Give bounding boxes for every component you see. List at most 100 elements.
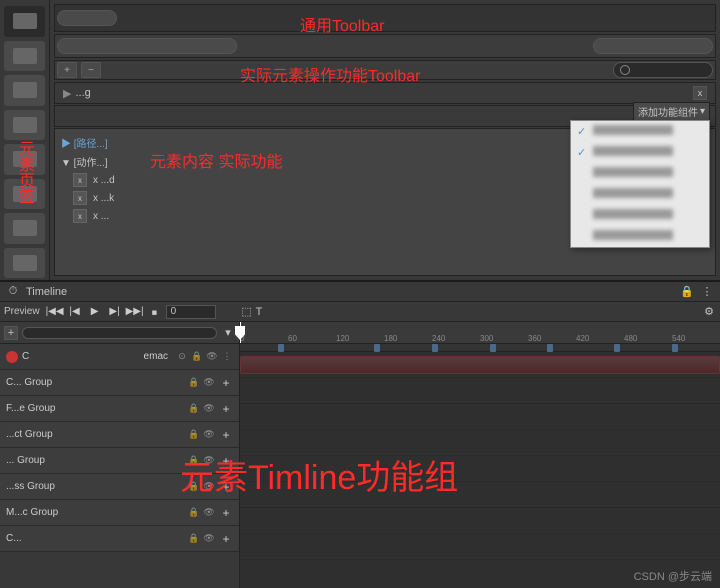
track-row-group[interactable]: ...ct Group 🔒👁 + — [0, 422, 239, 448]
dropdown-item[interactable] — [571, 142, 709, 163]
marker[interactable] — [672, 344, 678, 352]
clip-row[interactable] — [240, 482, 720, 508]
add-clip-button[interactable]: + — [219, 480, 233, 494]
marker-row[interactable] — [240, 344, 720, 352]
search-input[interactable] — [613, 62, 713, 78]
ruler-tick: 300 — [480, 334, 493, 343]
ruler-tick: 60 — [288, 334, 297, 343]
marker[interactable] — [614, 344, 620, 352]
cube-icon[interactable]: ⬚ — [240, 305, 254, 319]
filter-icon[interactable]: ▾ — [221, 326, 235, 340]
component-header-row[interactable]: ▶ ...g x — [54, 82, 716, 104]
clip-row[interactable] — [240, 534, 720, 560]
path-slot[interactable] — [593, 38, 713, 54]
marker[interactable] — [490, 344, 496, 352]
timeline-ruler[interactable]: 060120180240300360420480540 — [240, 322, 720, 344]
range-button[interactable]: ◆ — [143, 299, 167, 323]
add-track-button[interactable]: + — [4, 326, 18, 340]
ruler-tick: 480 — [624, 334, 637, 343]
component-label: ...g — [71, 87, 693, 99]
track-row-group[interactable]: ... Group 🔒👁 + — [0, 448, 239, 474]
step-forward-button[interactable]: ▶| — [106, 304, 124, 320]
timeline-tab-label[interactable]: Timeline — [26, 286, 67, 298]
tab-item[interactable] — [4, 179, 45, 210]
track-row-group[interactable]: M...c Group 🔒👁 + — [0, 500, 239, 526]
add-component-button[interactable]: 添加功能组件▾ — [633, 102, 710, 121]
dropdown-item[interactable] — [571, 121, 709, 142]
element-toolbar: + − — [54, 60, 716, 80]
menu-icon[interactable]: ⋮ — [700, 285, 714, 299]
timeline-section: ⏱ Timeline 🔒 ⋮ Preview |◀◀ |◀ ▶ ▶| ▶▶| ◆… — [0, 280, 720, 588]
goto-end-button[interactable]: ▶▶| — [126, 304, 144, 320]
tab-item[interactable] — [4, 110, 45, 141]
component-dropdown — [570, 120, 710, 248]
clip-row[interactable] — [240, 352, 720, 378]
watermark: CSDN @步云端 — [634, 568, 712, 584]
track-list-header: + ▾ — [0, 322, 239, 344]
timeline-clip-area[interactable]: 060120180240300360420480540 — [240, 322, 720, 588]
frame-input[interactable]: 0 — [166, 305, 216, 319]
track-row-group[interactable]: C... 🔒👁 + — [0, 526, 239, 552]
goto-start-button[interactable]: |◀◀ — [46, 304, 64, 320]
path-bar — [54, 34, 716, 58]
marker[interactable] — [547, 344, 553, 352]
marker[interactable] — [278, 344, 284, 352]
dropdown-slot[interactable] — [57, 10, 117, 26]
remove-icon[interactable]: x — [73, 173, 87, 187]
ruler-tick: 120 — [336, 334, 349, 343]
dropdown-item[interactable] — [571, 184, 709, 205]
step-back-button[interactable]: |◀ — [66, 304, 84, 320]
track-search-input[interactable] — [22, 327, 217, 339]
preview-label: Preview — [4, 306, 44, 317]
clip-row[interactable] — [240, 456, 720, 482]
playhead[interactable] — [240, 322, 241, 343]
track-row-group[interactable]: F...e Group 🔒👁 + — [0, 396, 239, 422]
marker[interactable] — [432, 344, 438, 352]
dropdown-item[interactable] — [571, 163, 709, 184]
play-button[interactable]: ▶ — [86, 304, 104, 320]
path-slot[interactable] — [57, 38, 237, 54]
track-row-group[interactable]: C... Group 🔒👁 + — [0, 370, 239, 396]
remove-button[interactable]: − — [81, 62, 101, 78]
track-row-group[interactable]: ...ss Group 🔒👁 + — [0, 474, 239, 500]
marker[interactable] — [374, 344, 380, 352]
target-icon[interactable]: ⊙ — [176, 351, 188, 363]
clip[interactable] — [240, 356, 720, 374]
ruler-tick: 240 — [432, 334, 445, 343]
generic-toolbar — [54, 4, 716, 32]
tab-item[interactable] — [4, 75, 45, 106]
tab-item[interactable] — [4, 41, 45, 72]
lock-icon[interactable]: 🔒 — [680, 285, 694, 299]
add-clip-button[interactable]: + — [219, 506, 233, 520]
ruler-tick: 540 — [672, 334, 685, 343]
eye-icon[interactable]: 👁 — [206, 351, 218, 363]
clip-row[interactable] — [240, 378, 720, 404]
close-icon[interactable]: x — [693, 86, 707, 100]
timeline-icon: ⏱ — [6, 285, 20, 299]
dropdown-item[interactable] — [571, 226, 709, 247]
tab-item[interactable] — [4, 144, 45, 175]
clip-row[interactable] — [240, 404, 720, 430]
record-button[interactable] — [6, 351, 18, 363]
dropdown-item[interactable] — [571, 205, 709, 226]
remove-icon[interactable]: x — [73, 209, 87, 223]
add-clip-button[interactable]: + — [219, 376, 233, 390]
add-button[interactable]: + — [57, 62, 77, 78]
lock-icon[interactable]: 🔒 — [191, 351, 203, 363]
add-clip-button[interactable]: + — [219, 402, 233, 416]
clip-row[interactable] — [240, 508, 720, 534]
clip-row[interactable] — [240, 430, 720, 456]
add-clip-button[interactable]: + — [219, 454, 233, 468]
menu-icon[interactable]: ⋮ — [221, 351, 233, 363]
tab-item[interactable] — [4, 6, 45, 37]
ruler-tick: 180 — [384, 334, 397, 343]
add-clip-button[interactable]: + — [219, 532, 233, 546]
add-clip-button[interactable]: + — [219, 428, 233, 442]
track-list-panel: + ▾ C emac ⊙ 🔒 👁 ⋮ C... Group 🔒👁 + — [0, 322, 240, 588]
tab-item[interactable] — [4, 248, 45, 279]
remove-icon[interactable]: x — [73, 191, 87, 205]
gear-icon[interactable]: ⚙ — [702, 305, 716, 319]
tab-item[interactable] — [4, 213, 45, 244]
track-row-main[interactable]: C emac ⊙ 🔒 👁 ⋮ — [0, 344, 239, 370]
timeline-tab-bar: ⏱ Timeline 🔒 ⋮ — [0, 282, 720, 302]
